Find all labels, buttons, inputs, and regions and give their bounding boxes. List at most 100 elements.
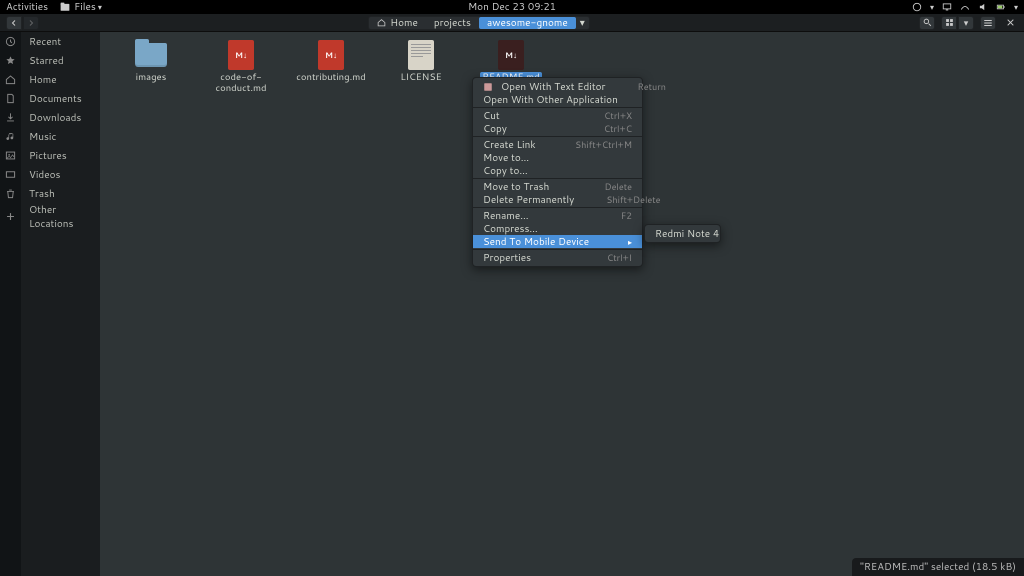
markdown-icon: M↓ xyxy=(223,40,259,70)
file-label: contributing.md xyxy=(294,72,368,85)
context-menu-item[interactable]: Copy to… xyxy=(473,164,642,177)
context-menu-label: Move to… xyxy=(483,151,529,165)
nav-buttons xyxy=(6,16,39,30)
sidebar-icon-videos[interactable] xyxy=(0,165,21,184)
markdown-icon: M↓ xyxy=(313,40,349,70)
file-item[interactable]: M↓code-of-conduct.md xyxy=(208,40,274,96)
context-menu: Open With Text EditorReturnOpen With Oth… xyxy=(472,77,643,267)
context-menu-label: Redmi Note 4 xyxy=(655,227,719,241)
sidebar-item-documents[interactable]: Documents xyxy=(21,89,100,108)
file-item[interactable]: images xyxy=(118,40,184,96)
sidebar-item-videos[interactable]: Videos xyxy=(21,165,100,184)
context-menu-item[interactable]: Move to Trash Delete xyxy=(473,180,642,193)
search-button[interactable] xyxy=(919,16,935,30)
close-icon xyxy=(1006,18,1015,27)
path-label-projects: projects xyxy=(434,16,471,30)
path-dropdown[interactable]: ▾ xyxy=(576,17,589,29)
sidebar-icon-other[interactable] xyxy=(0,207,21,226)
path-seg-projects[interactable]: projects xyxy=(426,17,479,29)
context-menu-item[interactable]: Redmi Note 4 xyxy=(645,227,720,240)
forward-button[interactable] xyxy=(23,16,39,30)
chevron-left-icon xyxy=(10,19,18,27)
network-icon xyxy=(960,2,970,12)
context-menu-item[interactable]: CopyCtrl+C xyxy=(473,122,642,135)
back-button[interactable] xyxy=(6,16,22,30)
context-menu-item[interactable]: Move to… xyxy=(473,151,642,164)
hamburger-button[interactable] xyxy=(980,16,996,30)
sidebar-icon-documents[interactable] xyxy=(0,89,21,108)
sidebar-icon-recent[interactable] xyxy=(0,32,21,51)
sidebar-item-trash[interactable]: Trash xyxy=(21,184,100,203)
context-menu-item[interactable]: Rename… F2 xyxy=(473,209,642,222)
sidebar-item-downloads[interactable]: Downloads xyxy=(21,108,100,127)
clock[interactable]: Mon Dec 23 09:21 xyxy=(468,0,556,14)
context-menu-item[interactable]: Send To Mobile Device▸ xyxy=(473,235,642,248)
context-menu-label: Send To Mobile Device xyxy=(483,235,589,249)
text-editor-icon xyxy=(483,82,493,92)
context-menu-label: Delete Permanently xyxy=(483,193,574,207)
sidebar-icon-trash[interactable] xyxy=(0,184,21,203)
hamburger-icon xyxy=(983,18,993,28)
context-menu-item[interactable]: Create Link Shift+Ctrl+M xyxy=(473,138,642,151)
context-menu-item[interactable]: Delete PermanentlyShift+Delete xyxy=(473,193,642,206)
status-bar: "README.md" selected (18.5 kB) xyxy=(852,558,1024,576)
markdown-icon: M↓ xyxy=(493,40,529,70)
search-icon xyxy=(923,18,932,27)
sidebar-icon-music[interactable] xyxy=(0,127,21,146)
context-menu-item[interactable]: PropertiesCtrl+I xyxy=(473,251,642,264)
file-label: code-of-conduct.md xyxy=(208,72,274,96)
sidebar-item-starred[interactable]: Starred xyxy=(21,51,100,70)
context-menu-label: Move to Trash xyxy=(483,180,549,194)
context-menu-shortcut: Ctrl+X xyxy=(580,109,632,122)
context-menu-shortcut: F2 xyxy=(597,209,632,222)
context-menu-shortcut: Shift+Ctrl+M xyxy=(551,138,632,151)
close-window-button[interactable] xyxy=(1002,16,1018,30)
sidebar-icons xyxy=(0,32,21,576)
grid-icon xyxy=(945,18,954,27)
file-item[interactable]: LICENSE xyxy=(388,40,454,96)
path-bar[interactable]: Home projects awesome-gnome ▾ xyxy=(368,16,589,30)
context-menu-item[interactable]: Open With Other Application xyxy=(473,93,642,106)
context-menu-label: Copy to… xyxy=(483,164,528,178)
context-menu-label: Open With Text Editor xyxy=(501,80,605,94)
system-tray[interactable]: ▾ ▾ xyxy=(912,1,1018,13)
path-label-current: awesome-gnome xyxy=(487,16,568,30)
file-item[interactable]: M↓contributing.md xyxy=(298,40,364,96)
path-label-home: Home xyxy=(390,16,418,30)
file-view[interactable]: imagesM↓code-of-conduct.mdM↓contributing… xyxy=(100,32,1024,576)
sidebar-icon-downloads[interactable] xyxy=(0,108,21,127)
app-menu-label: Files xyxy=(74,0,102,14)
battery-icon xyxy=(996,2,1006,12)
folder-icon xyxy=(133,40,169,70)
activities-button[interactable]: Activities xyxy=(6,0,48,14)
context-menu-label: Create Link xyxy=(483,138,536,152)
context-menu-item[interactable]: Cut Ctrl+X xyxy=(473,109,642,122)
context-menu-label: Cut xyxy=(483,109,500,123)
context-menu-shortcut: Delete xyxy=(581,180,632,193)
sidebar-labels: Recent Starred Home Documents Downloads … xyxy=(21,32,100,576)
context-menu-shortcut: Return xyxy=(613,80,665,93)
app-menu[interactable]: Files xyxy=(60,0,102,14)
context-menu-label: Rename… xyxy=(483,209,529,223)
sidebar-icon-starred[interactable] xyxy=(0,51,21,70)
sidebar-icon-pictures[interactable] xyxy=(0,146,21,165)
sidebar-item-pictures[interactable]: Pictures xyxy=(21,146,100,165)
path-seg-home[interactable]: Home xyxy=(369,17,426,29)
grid-view-button[interactable] xyxy=(941,16,957,30)
sidebar-item-other[interactable]: Other Locations xyxy=(21,207,100,226)
context-menu-item[interactable]: Compress… xyxy=(473,222,642,235)
path-seg-current[interactable]: awesome-gnome xyxy=(479,17,576,29)
tray-caret: ▾ xyxy=(930,1,934,13)
sidebar-item-recent[interactable]: Recent xyxy=(21,32,100,51)
sidebar-item-home[interactable]: Home xyxy=(21,70,100,89)
sidebar-icon-home[interactable] xyxy=(0,70,21,89)
sidebar-item-music[interactable]: Music xyxy=(21,127,100,146)
file-label: LICENSE xyxy=(398,72,443,85)
view-dropdown-button[interactable]: ▾ xyxy=(958,16,974,30)
chevron-right-icon xyxy=(27,19,35,27)
tray-caret-2: ▾ xyxy=(1014,1,1018,13)
context-menu-label: Copy xyxy=(483,122,507,136)
volume-icon xyxy=(978,2,988,12)
context-menu-item[interactable]: Open With Text EditorReturn xyxy=(473,80,642,93)
header-bar: Home projects awesome-gnome ▾ ▾ xyxy=(0,14,1024,32)
